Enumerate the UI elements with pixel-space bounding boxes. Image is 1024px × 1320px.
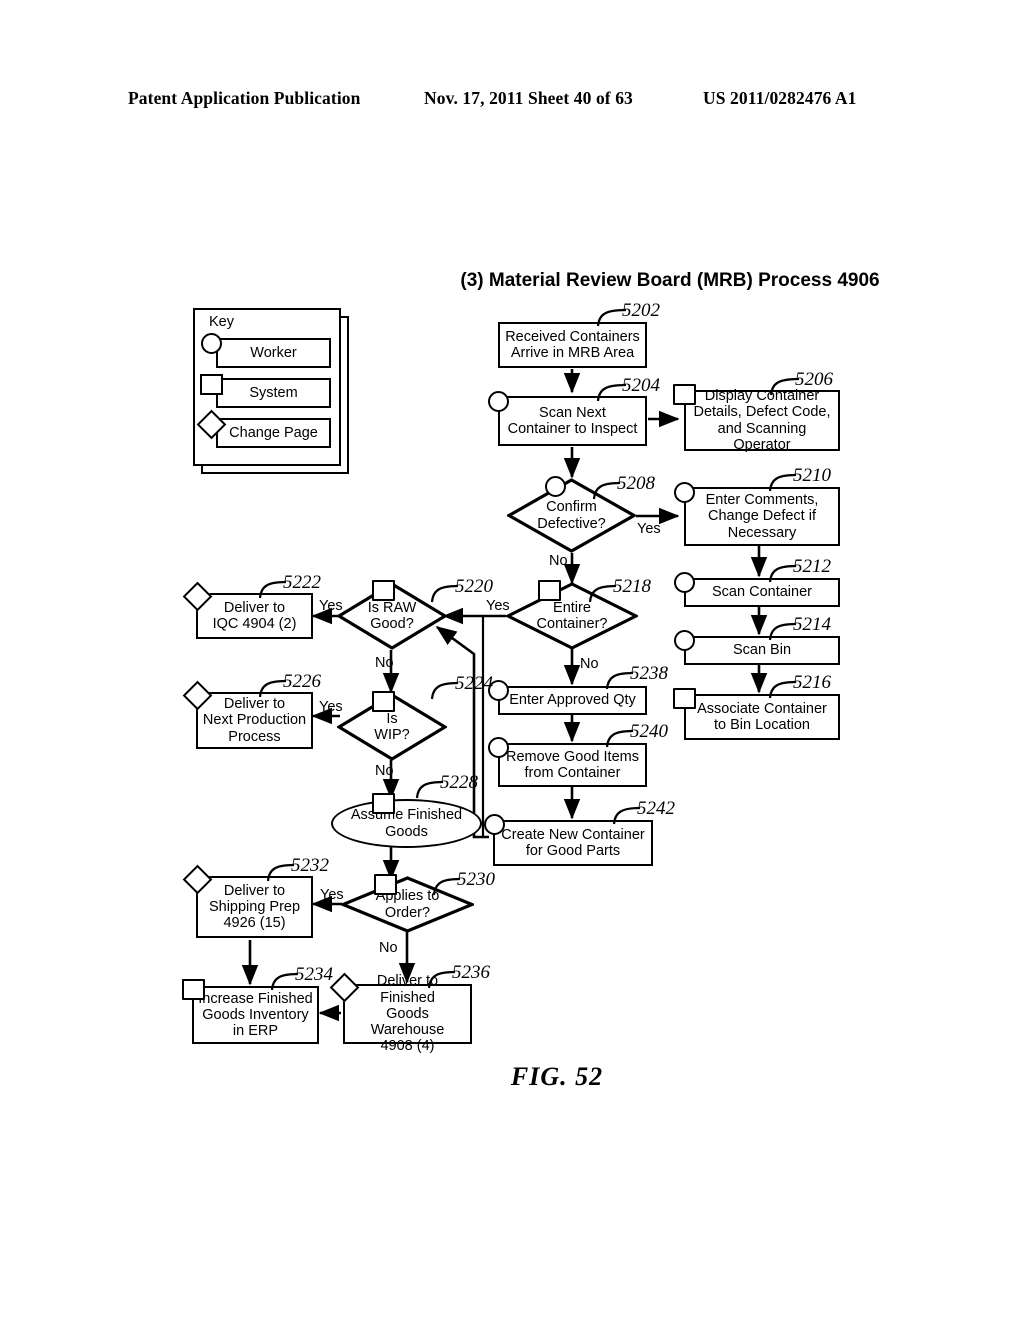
process-node-5240[interactable]: Remove Good Items from Container xyxy=(498,743,647,787)
ref-numeral-5212: 5212 xyxy=(793,556,831,577)
node-label-5202: Received Containers Arrive in MRB Area xyxy=(505,328,640,361)
figure-caption-text: FIG. 52 xyxy=(510,1062,604,1091)
ref-numeral-5218: 5218 xyxy=(613,576,651,597)
node-label-5210: Enter Comments, Change Defect if Necessary xyxy=(705,492,819,541)
branch-label-5220-yes: Yes xyxy=(319,598,343,614)
node-label-5204: Scan Next Container to Inspect xyxy=(507,404,638,437)
ref-numeral-5206: 5206 xyxy=(795,369,833,390)
branch-label-5230-no: No xyxy=(379,940,398,956)
square-marker-icon-5218 xyxy=(538,580,561,601)
ref-numeral-5240: 5240 xyxy=(630,721,668,742)
ref-numeral-5228: 5228 xyxy=(440,772,478,793)
key-legend: Key Worker System Change Page xyxy=(193,308,349,474)
branch-label-5230-yes: Yes xyxy=(320,887,344,903)
patent-figure-page: Patent Application Publication Nov. 17, … xyxy=(0,0,1024,1320)
ref-numeral-5204: 5204 xyxy=(622,375,660,396)
node-label-5228: Assume Finished Goods xyxy=(350,807,463,840)
process-node-5214[interactable]: Scan Bin xyxy=(684,636,840,665)
ref-numeral-5224: 5224 xyxy=(455,673,493,694)
process-node-5228[interactable]: Assume Finished Goods xyxy=(331,799,482,848)
square-marker-icon-5234 xyxy=(182,979,205,1000)
circle-marker-icon xyxy=(201,333,222,354)
circle-marker-icon-5208 xyxy=(545,476,566,497)
key-item-change-page: Change Page xyxy=(216,418,331,448)
branch-label-5208-yes: Yes xyxy=(637,521,661,537)
square-marker-icon-5224 xyxy=(372,691,395,712)
process-node-5232[interactable]: Deliver to Shipping Prep 4926 (15) xyxy=(196,876,313,938)
process-node-5210[interactable]: Enter Comments, Change Defect if Necessary xyxy=(684,487,840,546)
key-item-change-page-label: Change Page xyxy=(229,425,318,441)
connector-lines xyxy=(241,369,768,1022)
key-title: Key xyxy=(209,314,234,330)
circle-marker-icon-5210 xyxy=(674,482,695,503)
square-marker-icon-5206 xyxy=(673,384,696,405)
square-marker-icon-5230 xyxy=(374,874,397,895)
process-node-5206[interactable]: Display Container Details, Defect Code, an… xyxy=(684,388,840,453)
key-item-system-label: System xyxy=(249,385,298,401)
ref-numeral-5202: 5202 xyxy=(622,300,660,321)
square-marker-icon-5228 xyxy=(372,793,395,814)
branch-label-5220-no: No xyxy=(375,655,394,671)
node-label-5214: Scan Bin xyxy=(732,642,792,659)
branch-label-5218-yes: Yes xyxy=(486,598,510,614)
key-item-system: System xyxy=(216,378,331,408)
process-node-5204[interactable]: Scan Next Container to Inspect xyxy=(498,396,647,446)
square-marker-icon-5216 xyxy=(673,688,696,709)
ref-numeral-5238: 5238 xyxy=(630,663,668,684)
branch-label-5218-no: No xyxy=(580,656,599,672)
ref-numeral-5236: 5236 xyxy=(452,962,490,983)
ref-numeral-5210: 5210 xyxy=(793,465,831,486)
process-node-5212[interactable]: Scan Container xyxy=(684,578,840,607)
process-node-5226[interactable]: Deliver to Next Production Process xyxy=(196,692,313,749)
circle-marker-icon-5212 xyxy=(674,572,695,593)
ref-numeral-5230: 5230 xyxy=(457,869,495,890)
node-label-5216: Associate Container to Bin Location xyxy=(697,700,827,733)
process-node-5236[interactable]: Deliver to Finished Goods Warehouse 4908 (… xyxy=(343,973,472,1054)
ref-numeral-5226: 5226 xyxy=(283,671,321,692)
branch-label-5224-yes: Yes xyxy=(319,699,343,715)
node-label-5238: Enter Approved Qty xyxy=(509,692,636,709)
node-label-5240: Remove Good Items from Container xyxy=(506,748,639,781)
key-item-worker-label: Worker xyxy=(250,345,297,361)
node-label-5206: Display Container Details, Defect Code, an… xyxy=(693,388,831,453)
key-item-worker: Worker xyxy=(216,338,331,368)
node-label-5212: Scan Container xyxy=(712,584,812,601)
node-label-5224: Is WIP? xyxy=(374,710,410,743)
process-node-5234[interactable]: Increase Finished Goods Inventory in ERP xyxy=(192,986,319,1044)
node-label-5232: Deliver to Shipping Prep 4926 (15) xyxy=(208,882,301,932)
process-node-5216[interactable]: Associate Container to Bin Location xyxy=(684,694,840,740)
figure-caption: FIG. 52 xyxy=(0,1062,1024,1092)
ref-numeral-5242: 5242 xyxy=(637,798,675,819)
branch-label-5208-no: No xyxy=(549,553,568,569)
node-label-5218: Entire Container? xyxy=(536,599,608,632)
square-marker-icon-5220 xyxy=(372,580,395,601)
square-marker-icon xyxy=(200,374,223,395)
ref-numeral-5214: 5214 xyxy=(793,614,831,635)
circle-marker-icon-5204 xyxy=(488,391,509,412)
node-label-5222: Deliver to IQC 4904 (2) xyxy=(212,599,297,632)
node-label-5234: Increase Finished Goods Inventory in ERP xyxy=(198,990,313,1040)
process-node-5202[interactable]: Received Containers Arrive in MRB Area xyxy=(498,322,647,368)
ref-numeral-5216: 5216 xyxy=(793,672,831,693)
circle-marker-icon-5242 xyxy=(484,814,505,835)
branch-label-5224-no: No xyxy=(375,763,394,779)
ref-numeral-5234: 5234 xyxy=(295,964,333,985)
node-label-5242: Create New Container for Good Parts xyxy=(501,826,645,859)
ref-numeral-5222: 5222 xyxy=(283,572,321,593)
ref-numeral-5208: 5208 xyxy=(617,473,655,494)
process-node-5222[interactable]: Deliver to IQC 4904 (2) xyxy=(196,593,313,639)
node-label-5208: Confirm Defective? xyxy=(537,499,606,532)
ref-numeral-5232: 5232 xyxy=(291,855,329,876)
node-label-5220: Is RAW Good? xyxy=(367,599,417,632)
circle-marker-icon-5214 xyxy=(674,630,695,651)
ref-numeral-5220: 5220 xyxy=(455,576,493,597)
node-label-5226: Deliver to Next Production Process xyxy=(202,696,307,745)
process-node-5242[interactable]: Create New Container for Good Parts xyxy=(493,820,653,866)
circle-marker-icon-5240 xyxy=(488,737,509,758)
